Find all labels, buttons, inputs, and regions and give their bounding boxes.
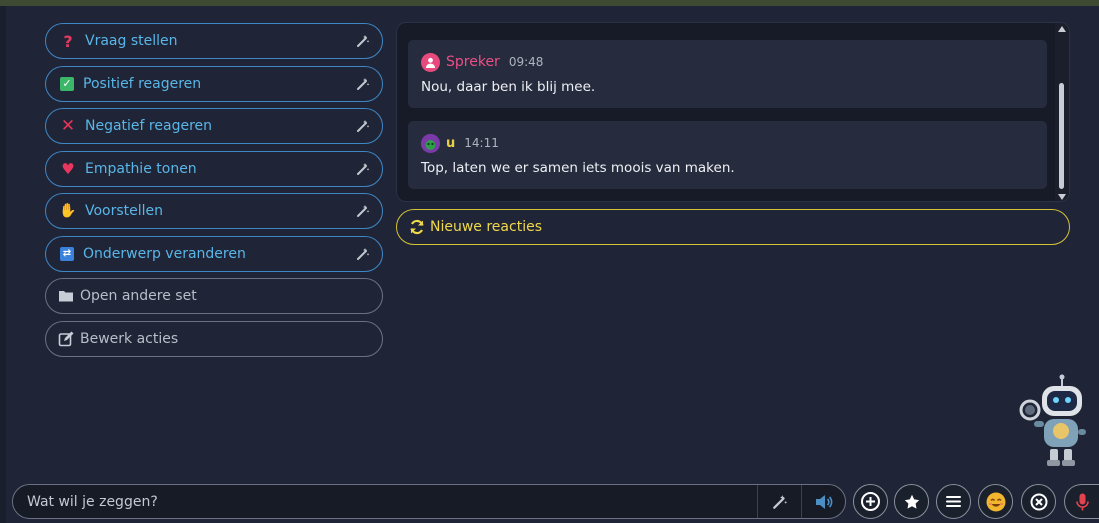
- cancel-button[interactable]: [1021, 484, 1056, 519]
- magic-wand-button[interactable]: [757, 485, 801, 518]
- action-vraag-stellen[interactable]: ? Vraag stellen: [45, 23, 383, 59]
- action-label: Negatief reageren: [85, 118, 212, 134]
- edit-icon: [58, 331, 74, 346]
- chat-panel: Spreker 09:48 Nou, daar ben ik blij mee.…: [396, 22, 1070, 202]
- magic-wand-icon[interactable]: [356, 77, 370, 91]
- scroll-thumb[interactable]: [1059, 83, 1064, 189]
- message-time: 14:11: [464, 136, 499, 150]
- action-label: Voorstellen: [85, 203, 164, 219]
- close-circle-icon: [1030, 493, 1047, 510]
- chat-message: Spreker 09:48 Nou, daar ben ik blij mee.: [408, 40, 1047, 108]
- chat-message: u 14:11 Top, laten we er samen iets mooi…: [408, 121, 1047, 189]
- magic-wand-icon[interactable]: [356, 162, 370, 176]
- favorite-button[interactable]: [894, 484, 929, 519]
- action-label: Vraag stellen: [85, 33, 178, 49]
- action-empathie-tonen[interactable]: ♥ Empathie tonen: [45, 150, 383, 187]
- open-set-label: Open andere set: [80, 288, 197, 304]
- magic-wand-icon[interactable]: [356, 204, 370, 218]
- top-strip: [0, 0, 1099, 6]
- heart-icon: ♥: [61, 159, 75, 178]
- edit-actions-button[interactable]: Bewerk acties: [45, 320, 383, 357]
- action-label: Positief reageren: [83, 75, 202, 92]
- folder-icon: [59, 291, 73, 302]
- waving-hand-icon: ✋: [59, 203, 77, 219]
- speaker-button[interactable]: [801, 485, 845, 518]
- checkmark-icon: ✓: [60, 76, 74, 91]
- action-onderwerp-veranderen[interactable]: ⇄ Onderwerp veranderen: [45, 235, 383, 272]
- question-mark-icon: ?: [63, 31, 73, 51]
- chat-scrollbar[interactable]: [1055, 23, 1069, 201]
- robot-mascot: [1019, 374, 1086, 466]
- message-input-bar: [12, 484, 846, 519]
- magic-wand-icon: [772, 494, 787, 509]
- edit-actions-label: Bewerk acties: [80, 330, 179, 347]
- message-time: 09:48: [508, 55, 544, 69]
- menu-icon: [946, 496, 961, 507]
- message-input[interactable]: [13, 485, 757, 518]
- message-text: Nou, daar ben ik blij mee.: [421, 79, 596, 95]
- action-voorstellen[interactable]: ✋ Voorstellen: [45, 193, 383, 229]
- message-sender: Spreker: [446, 54, 500, 70]
- new-reactions-button[interactable]: Nieuwe reacties: [396, 209, 1070, 245]
- refresh-icon: [410, 219, 424, 235]
- star-icon: [904, 494, 919, 509]
- magic-wand-icon[interactable]: [356, 119, 370, 133]
- microphone-button[interactable]: [1064, 484, 1099, 519]
- action-positief-reageren[interactable]: ✓ Positief reageren: [45, 65, 383, 102]
- smiley-icon: [986, 492, 1005, 511]
- magic-wand-icon[interactable]: [356, 34, 370, 48]
- left-edge: [0, 6, 6, 523]
- scroll-down-arrow-icon[interactable]: [1058, 194, 1066, 200]
- scroll-up-arrow-icon[interactable]: [1058, 26, 1066, 32]
- action-negatief-reageren[interactable]: ✕ Negatief reageren: [45, 108, 383, 144]
- message-sender: u: [446, 135, 456, 151]
- add-button[interactable]: [853, 484, 888, 519]
- menu-button[interactable]: [936, 484, 971, 519]
- user-avatar-icon: [421, 133, 440, 153]
- message-text: Top, laten we er samen iets moois van ma…: [421, 160, 735, 176]
- action-label: Onderwerp veranderen: [83, 245, 246, 262]
- new-reactions-label: Nieuwe reacties: [430, 219, 542, 235]
- emoji-button[interactable]: [978, 484, 1013, 519]
- message-header: Spreker 09:48: [421, 52, 1047, 72]
- speaker-icon: [815, 494, 832, 509]
- magic-wand-icon[interactable]: [356, 247, 370, 261]
- swap-icon: ⇄: [60, 246, 74, 261]
- open-set-button[interactable]: Open andere set: [45, 278, 383, 314]
- plus-circle-icon: [861, 492, 880, 511]
- message-header: u 14:11: [421, 133, 1047, 153]
- microphone-icon: [1075, 493, 1089, 510]
- action-label: Empathie tonen: [85, 160, 197, 177]
- cross-icon: ✕: [60, 116, 76, 136]
- speaker-avatar-icon: [421, 52, 440, 72]
- action-list: ? Vraag stellen ✓ Positief reageren ✕ Ne…: [45, 23, 383, 363]
